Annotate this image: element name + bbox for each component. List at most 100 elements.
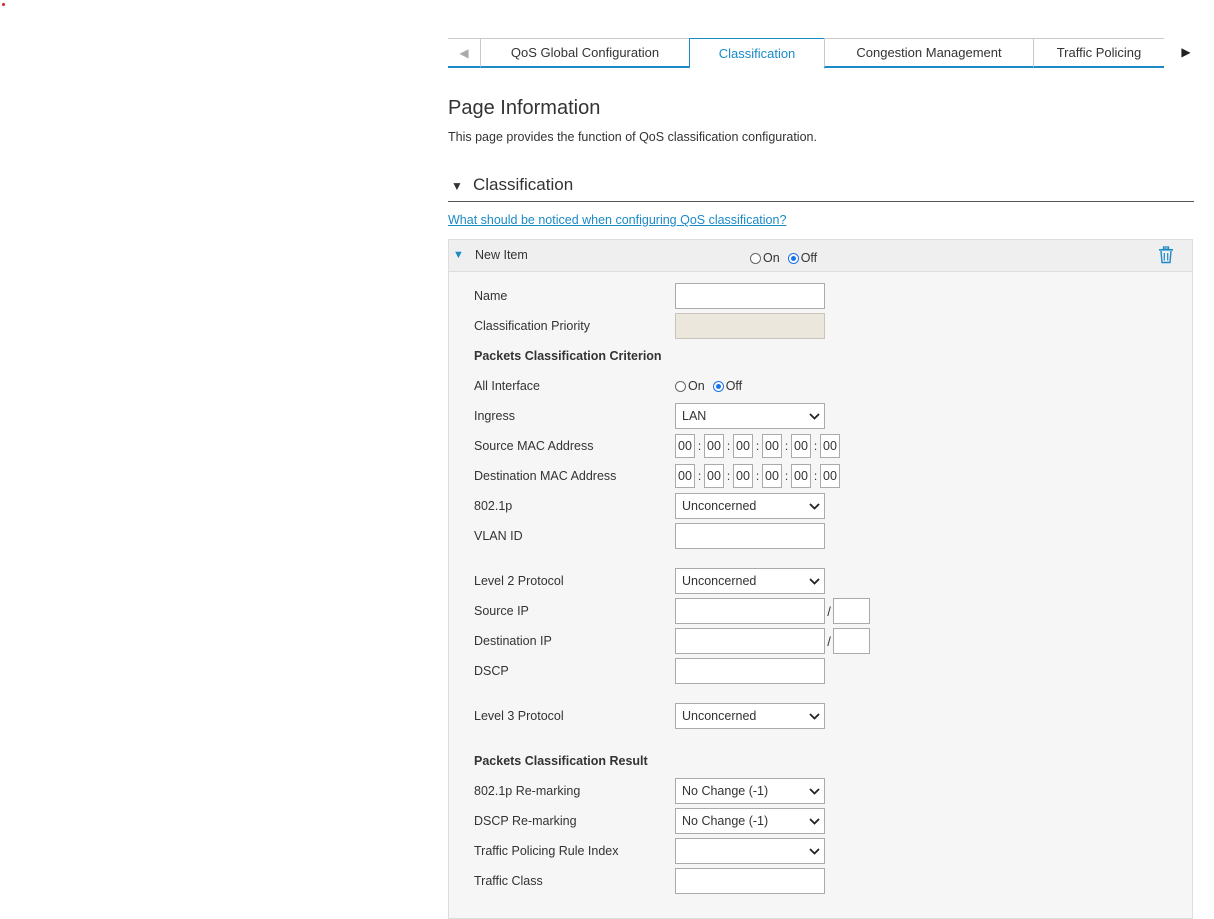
ip-separator: / xyxy=(827,603,831,619)
mac-separator: : xyxy=(784,439,789,453)
all-interface-on-radio[interactable] xyxy=(675,380,686,392)
destination-mac-octet-1[interactable]: 00 xyxy=(675,464,695,488)
classification-priority-input xyxy=(675,313,825,339)
source-ip-input[interactable] xyxy=(675,598,825,624)
source-mac-octet-2[interactable]: 00 xyxy=(704,434,724,458)
dscp-remarking-label: DSCP Re-marking xyxy=(474,814,577,828)
ingress-value: LAN xyxy=(682,409,707,423)
source-ip-field: / xyxy=(675,598,870,624)
dot1p-remarking-select[interactable]: No Change (-1) xyxy=(675,778,825,804)
item-on-label: On xyxy=(763,251,780,265)
level2-protocol-value: Unconcerned xyxy=(682,574,757,588)
traffic-class-label: Traffic Class xyxy=(474,874,543,888)
tab-scroll-next-button[interactable]: ▶ xyxy=(1172,38,1200,66)
page-title: Page Information xyxy=(448,97,601,119)
all-interface-off-label: Off xyxy=(725,379,743,393)
ingress-select[interactable]: LAN xyxy=(675,403,825,429)
all-interface-on-label: On xyxy=(688,379,705,393)
destination-mac-field: 00: 00: 00: 00: 00: 00 xyxy=(675,464,840,488)
mac-separator: : xyxy=(784,469,789,483)
dscp-remarking-select[interactable]: No Change (-1) xyxy=(675,808,825,834)
item-title: New Item xyxy=(475,248,528,262)
all-interface-label: All Interface xyxy=(474,379,541,393)
dot1p-remarking-value: No Change (-1) xyxy=(682,784,769,798)
destination-mac-octet-6[interactable]: 00 xyxy=(820,464,840,488)
chevron-down-icon xyxy=(804,808,824,834)
chevron-down-icon xyxy=(804,778,824,804)
tab-classification[interactable]: Classification xyxy=(689,38,825,69)
mac-separator: : xyxy=(726,439,731,453)
item-on-radio[interactable] xyxy=(750,252,761,264)
dot1p-label: 802.1p xyxy=(474,499,513,513)
classification-priority-label: Classification Priority xyxy=(474,319,591,333)
dscp-remarking-value: No Change (-1) xyxy=(682,814,769,828)
source-mac-octet-1[interactable]: 00 xyxy=(675,434,695,458)
source-mac-label: Source MAC Address xyxy=(474,439,594,453)
level2-protocol-select[interactable]: Unconcerned xyxy=(675,568,825,594)
destination-ip-field: / xyxy=(675,628,870,654)
destination-mac-octet-3[interactable]: 00 xyxy=(733,464,753,488)
mac-separator: : xyxy=(697,439,702,453)
source-ip-mask-input[interactable] xyxy=(833,598,870,624)
section-title: Classification xyxy=(473,175,574,194)
destination-mac-octet-4[interactable]: 00 xyxy=(762,464,782,488)
dot1p-remarking-label: 802.1p Re-marking xyxy=(474,784,581,798)
triangle-down-icon: ▼ xyxy=(451,179,463,193)
name-input[interactable] xyxy=(675,283,825,309)
chevron-down-icon xyxy=(804,568,824,594)
destination-ip-mask-input[interactable] xyxy=(833,628,870,654)
tab-traffic-policing[interactable]: Traffic Policing xyxy=(1033,38,1164,68)
mac-separator: : xyxy=(813,439,818,453)
ingress-label: Ingress xyxy=(474,409,515,423)
page-description: This page provides the function of QoS c… xyxy=(448,130,817,144)
item-enable-radio-group: On Off xyxy=(750,251,825,265)
level3-protocol-value: Unconcerned xyxy=(682,709,757,723)
level3-protocol-select[interactable]: Unconcerned xyxy=(675,703,825,729)
dscp-input[interactable] xyxy=(675,658,825,684)
vlan-id-label: VLAN ID xyxy=(474,529,523,543)
traffic-class-input[interactable] xyxy=(675,868,825,894)
tab-scroll-prev-button[interactable]: ◀ xyxy=(448,38,480,68)
chevron-down-icon xyxy=(804,493,824,519)
dot1p-value: Unconcerned xyxy=(682,499,757,513)
traffic-policing-rule-index-label: Traffic Policing Rule Index xyxy=(474,844,619,858)
mac-separator: : xyxy=(755,439,760,453)
vlan-id-input[interactable] xyxy=(675,523,825,549)
chevron-down-icon xyxy=(804,838,824,864)
ip-separator: / xyxy=(827,633,831,649)
all-interface-off-radio[interactable] xyxy=(712,380,724,392)
mac-separator: : xyxy=(726,469,731,483)
decorative-dot xyxy=(2,3,5,6)
source-mac-octet-6[interactable]: 00 xyxy=(820,434,840,458)
triangle-down-icon: ▼ xyxy=(453,249,464,261)
level2-protocol-label: Level 2 Protocol xyxy=(474,574,564,588)
mac-separator: : xyxy=(755,469,760,483)
source-mac-octet-5[interactable]: 00 xyxy=(791,434,811,458)
trash-icon[interactable] xyxy=(1158,246,1174,264)
chevron-down-icon xyxy=(804,703,824,729)
source-mac-octet-3[interactable]: 00 xyxy=(733,434,753,458)
mac-separator: : xyxy=(813,469,818,483)
item-off-radio[interactable] xyxy=(787,252,799,264)
source-mac-field: 00: 00: 00: 00: 00: 00 xyxy=(675,434,840,458)
item-off-label: Off xyxy=(800,251,818,265)
destination-mac-label: Destination MAC Address xyxy=(474,469,617,483)
section-header-classification[interactable]: ▼ Classification xyxy=(448,173,1194,202)
destination-mac-octet-2[interactable]: 00 xyxy=(704,464,724,488)
tab-congestion-management[interactable]: Congestion Management xyxy=(824,38,1034,68)
help-link[interactable]: What should be noticed when configuring … xyxy=(448,213,786,227)
destination-mac-octet-5[interactable]: 00 xyxy=(791,464,811,488)
result-heading: Packets Classification Result xyxy=(474,754,648,768)
all-interface-radio-group: On Off xyxy=(675,379,750,393)
mac-separator: : xyxy=(697,469,702,483)
dot1p-select[interactable]: Unconcerned xyxy=(675,493,825,519)
triangle-right-icon: ▶ xyxy=(1181,45,1191,59)
traffic-policing-rule-index-select[interactable] xyxy=(675,838,825,864)
destination-ip-label: Destination IP xyxy=(474,634,552,648)
destination-ip-input[interactable] xyxy=(675,628,825,654)
tab-qos-global-configuration[interactable]: QoS Global Configuration xyxy=(480,38,690,68)
source-mac-octet-4[interactable]: 00 xyxy=(762,434,782,458)
criterion-heading: Packets Classification Criterion xyxy=(474,349,662,363)
level3-protocol-label: Level 3 Protocol xyxy=(474,709,564,723)
source-ip-label: Source IP xyxy=(474,604,529,618)
